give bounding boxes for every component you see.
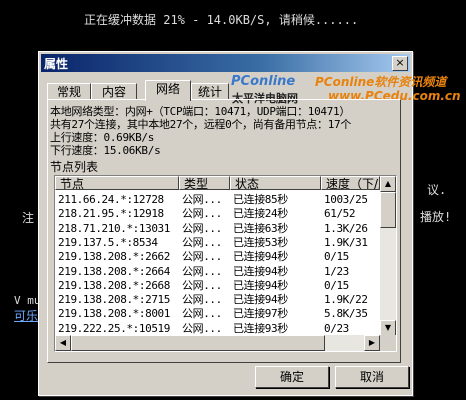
cell-node: 219.138.208.*:8001	[58, 307, 171, 321]
cell-status: 已连接24秒	[233, 207, 288, 221]
node-list[interactable]: 节点 类型 状态 速度（下/上 211.66.24.*:12728 公网... 已连…	[54, 175, 397, 352]
download-speed: 下行速度：15.06KB/s	[50, 144, 161, 157]
node-row[interactable]: 218.21.95.*:12918 公网... 已连接24秒 61/52	[55, 207, 380, 221]
background-text-left: 注	[22, 211, 35, 225]
pconline-channel-watermark: PConline软件资讯频道	[315, 75, 447, 89]
tab-stats[interactable]: 统计	[191, 83, 229, 100]
cell-type: 公网...	[182, 221, 222, 235]
scroll-down-button[interactable]: ▼	[380, 320, 396, 336]
cell-status: 已连接93秒	[233, 321, 288, 335]
cell-node: 211.66.24.*:12728	[58, 193, 164, 206]
cell-type: 公网...	[182, 193, 222, 206]
cell-node: 219.222.25.*:10519	[58, 321, 171, 335]
cell-type: 公网...	[182, 207, 222, 221]
vertical-scrollbar[interactable]: ▲ ▼	[380, 176, 396, 336]
node-list-header: 节点 类型 状态 速度（下/上	[55, 176, 380, 191]
buffering-status: 正在缓冲数据 21% - 14.0KB/S, 请稍候......	[84, 13, 359, 27]
scroll-up-button[interactable]: ▲	[380, 176, 396, 192]
tab-general[interactable]: 常规	[47, 83, 91, 100]
scrollbar-corner	[380, 335, 396, 351]
node-row[interactable]: 211.66.24.*:12728 公网... 已连接85秒 1003/25	[55, 193, 380, 207]
node-row[interactable]: 219.222.25.*:10519 公网... 已连接93秒 0/23	[55, 322, 380, 336]
properties-dialog: 属性 × 常规 内容 网络 统计 PConline 太平洋电脑网 PConlin…	[38, 51, 461, 396]
cell-node: 218.71.210.*:13031	[58, 221, 171, 235]
cell-node: 218.21.95.*:12918	[58, 207, 164, 221]
ok-button[interactable]: 确定	[255, 366, 329, 388]
background-link[interactable]: 可乐	[14, 307, 38, 324]
cell-type: 公网...	[182, 264, 222, 278]
node-row[interactable]: 219.138.208.*:2662 公网... 已连接94秒 0/15	[55, 250, 380, 264]
cell-status: 已连接94秒	[233, 278, 288, 292]
cell-status: 已连接94秒	[233, 293, 288, 307]
cell-node: 219.137.5.*:8534	[58, 235, 158, 249]
cell-status: 已连接97秒	[233, 307, 288, 321]
cell-speed: 0/23	[324, 321, 349, 335]
cell-speed: 1003/25	[324, 193, 368, 206]
scroll-left-button[interactable]: ◀	[55, 335, 71, 351]
node-row[interactable]: 219.138.208.*:8001 公网... 已连接97秒 5.8K/35	[55, 307, 380, 321]
cell-speed: 0/15	[324, 278, 349, 292]
cell-node: 219.138.208.*:2662	[58, 250, 171, 264]
cell-status: 已连接63秒	[233, 221, 288, 235]
cell-speed: 1.9K/22	[324, 293, 368, 307]
background-text-right: 议.	[427, 183, 447, 197]
cell-speed: 1.9K/31	[324, 235, 368, 249]
cell-status: 已连接94秒	[233, 264, 288, 278]
horizontal-scroll-thumb[interactable]	[71, 335, 325, 351]
cell-type: 公网...	[182, 235, 222, 249]
vertical-scroll-thumb[interactable]	[380, 192, 396, 228]
tab-network[interactable]: 网络	[145, 80, 191, 101]
column-type[interactable]: 类型	[179, 176, 230, 190]
cell-type: 公网...	[182, 321, 222, 335]
tab-content[interactable]: 内容	[91, 83, 137, 100]
background-text-left-2: V mu	[14, 294, 41, 307]
dialog-titlebar[interactable]: 属性 ×	[41, 54, 410, 72]
background-text-right-2: 播放!	[420, 210, 452, 224]
node-row[interactable]: 218.71.210.*:13031 公网... 已连接63秒 1.3K/26	[55, 222, 380, 236]
cancel-button[interactable]: 取消	[335, 366, 409, 388]
cell-type: 公网...	[182, 293, 222, 307]
cell-type: 公网...	[182, 307, 222, 321]
cell-speed: 1.3K/26	[324, 221, 368, 235]
cell-node: 219.138.208.*:2668	[58, 278, 171, 292]
column-speed[interactable]: 速度（下/上	[321, 176, 380, 190]
cell-speed: 5.8K/35	[324, 307, 368, 321]
cell-node: 219.138.208.*:2664	[58, 264, 171, 278]
cell-type: 公网...	[182, 250, 222, 264]
cell-status: 已连接53秒	[233, 235, 288, 249]
close-button[interactable]: ×	[392, 56, 408, 71]
scroll-right-button[interactable]: ▶	[364, 335, 380, 351]
dialog-title: 属性	[44, 57, 69, 71]
cell-status: 已连接94秒	[233, 250, 288, 264]
cell-type: 公网...	[182, 278, 222, 292]
node-list-label: 节点列表	[50, 160, 99, 174]
cell-speed: 0/15	[324, 250, 349, 264]
cell-speed: 61/52	[324, 207, 356, 221]
cell-status: 已连接85秒	[233, 193, 288, 206]
node-row[interactable]: 219.137.5.*:8534 公网... 已连接53秒 1.9K/31	[55, 236, 380, 250]
column-status[interactable]: 状态	[230, 176, 321, 190]
cell-speed: 1/23	[324, 264, 349, 278]
column-node[interactable]: 节点	[55, 176, 179, 190]
cell-node: 219.138.208.*:2715	[58, 293, 171, 307]
node-row[interactable]: 219.138.208.*:2664 公网... 已连接94秒 1/23	[55, 265, 380, 279]
horizontal-scrollbar[interactable]: ◀ ▶	[55, 335, 380, 351]
node-row[interactable]: 219.138.208.*:2715 公网... 已连接94秒 1.9K/22	[55, 293, 380, 307]
pconline-logo: PConline	[231, 74, 296, 89]
node-row[interactable]: 219.138.208.*:2668 公网... 已连接94秒 0/15	[55, 279, 380, 293]
